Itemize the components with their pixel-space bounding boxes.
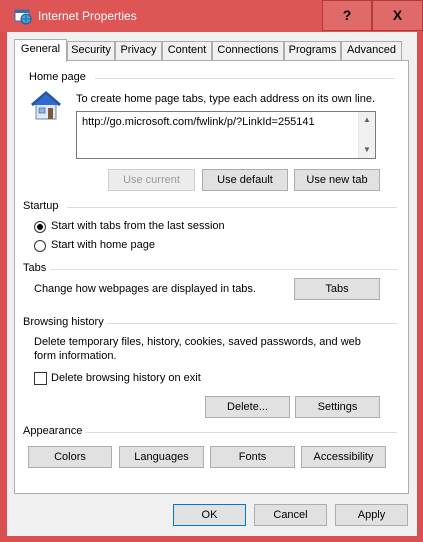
accessibility-button[interactable]: Accessibility [301, 446, 386, 468]
home-page-divider [95, 78, 395, 79]
tab-advanced[interactable]: Advanced [341, 41, 402, 60]
languages-button[interactable]: Languages [119, 446, 204, 468]
tab-privacy[interactable]: Privacy [115, 41, 162, 60]
tabs-description: Change how webpages are displayed in tab… [34, 283, 256, 295]
dialog-client-area: General Security Privacy Content Connect… [7, 32, 417, 536]
delete-history-button[interactable]: Delete... [205, 396, 290, 418]
delete-on-exit-checkbox[interactable] [34, 372, 47, 385]
fonts-button[interactable]: Fonts [210, 446, 295, 468]
tab-general[interactable]: General [14, 39, 67, 62]
browsing-history-divider [107, 323, 397, 324]
appearance-divider [85, 432, 397, 433]
tab-programs[interactable]: Programs [284, 41, 341, 60]
use-current-button[interactable]: Use current [108, 169, 195, 191]
startup-divider [67, 207, 397, 208]
apply-button[interactable]: Apply [335, 504, 408, 526]
scroll-down-arrow-icon[interactable]: ▼ [359, 142, 375, 158]
home-page-url-textarea[interactable]: http://go.microsoft.com/fwlink/p/?LinkId… [76, 111, 376, 159]
tab-content[interactable]: Content [162, 41, 212, 60]
ok-button[interactable]: OK [173, 504, 246, 526]
home-page-instruction: To create home page tabs, type each addr… [76, 93, 376, 105]
startup-group-label: Startup [23, 200, 59, 212]
tab-security[interactable]: Security [67, 41, 115, 60]
delete-on-exit-label[interactable]: Delete browsing history on exit [51, 372, 201, 384]
tabs-divider [51, 269, 397, 270]
use-new-tab-button[interactable]: Use new tab [294, 169, 380, 191]
internet-properties-window: Internet Properties ? X General Security… [0, 0, 423, 542]
tabs-button[interactable]: Tabs [294, 278, 380, 300]
browsing-history-description: Delete temporary files, history, cookies… [34, 336, 361, 362]
home-page-url-value: http://go.microsoft.com/fwlink/p/?LinkId… [82, 116, 315, 128]
tabs-group-label: Tabs [23, 262, 47, 274]
appearance-group-label: Appearance [23, 425, 83, 437]
help-button[interactable]: ? [322, 0, 372, 31]
tab-connections[interactable]: Connections [212, 41, 284, 60]
history-settings-button[interactable]: Settings [295, 396, 380, 418]
use-default-button[interactable]: Use default [202, 169, 288, 191]
internet-options-icon [14, 9, 32, 25]
radio-last-session[interactable] [34, 221, 46, 233]
cancel-button[interactable]: Cancel [254, 504, 327, 526]
house-icon [31, 91, 61, 120]
colors-button[interactable]: Colors [28, 446, 112, 468]
close-button[interactable]: X [372, 0, 423, 31]
browsing-history-group-label: Browsing history [23, 316, 104, 328]
scroll-up-arrow-icon[interactable]: ▲ [359, 112, 375, 128]
radio-home-page[interactable] [34, 240, 46, 252]
general-tab-panel: Home page To create home page tabs, type… [14, 60, 409, 494]
home-page-group-label: Home page [29, 71, 86, 83]
url-scrollbar[interactable]: ▲ ▼ [358, 112, 375, 158]
title-bar[interactable]: Internet Properties ? X [0, 0, 423, 32]
window-title: Internet Properties [38, 9, 137, 23]
radio-last-session-label[interactable]: Start with tabs from the last session [51, 220, 225, 232]
radio-home-page-label[interactable]: Start with home page [51, 239, 155, 251]
